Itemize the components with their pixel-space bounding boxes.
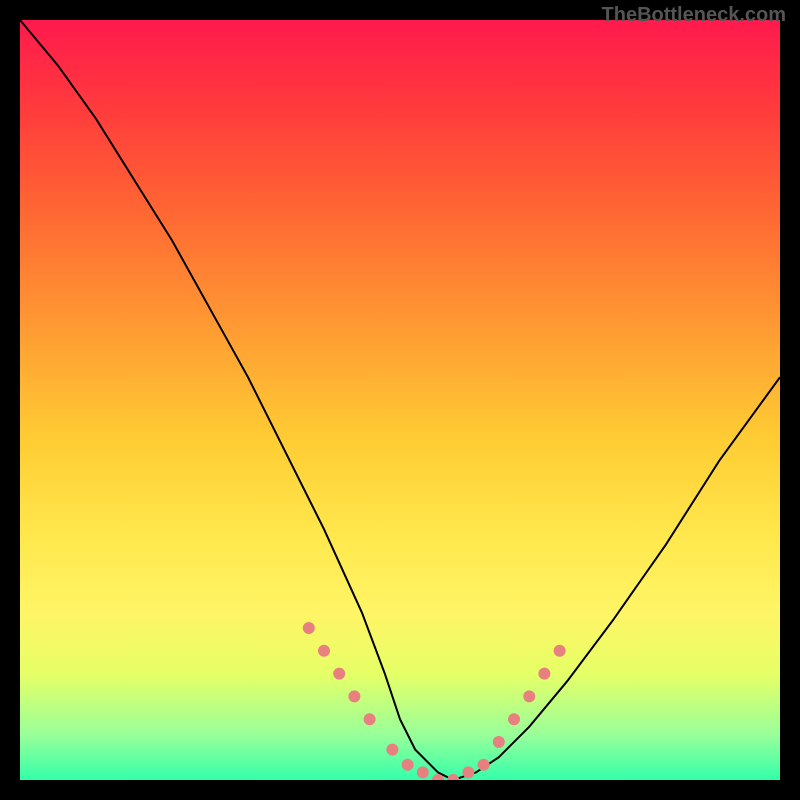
highlight-dot <box>318 645 330 657</box>
highlight-dot <box>538 668 550 680</box>
highlight-dot <box>303 622 315 634</box>
highlight-dot <box>462 766 474 778</box>
highlight-dot <box>333 668 345 680</box>
highlight-dot <box>478 759 490 771</box>
highlight-dot <box>447 774 459 780</box>
highlight-dot <box>402 759 414 771</box>
highlight-dot <box>348 690 360 702</box>
highlight-dot <box>364 713 376 725</box>
highlight-dot <box>554 645 566 657</box>
highlight-dot <box>386 744 398 756</box>
chart-plot-area <box>20 20 780 780</box>
highlight-dot <box>417 766 429 778</box>
highlight-dot <box>523 690 535 702</box>
bottleneck-curve-svg <box>20 20 780 780</box>
highlight-dot <box>508 713 520 725</box>
highlight-dots-group <box>303 622 566 780</box>
watermark-text: TheBottleneck.com <box>602 4 786 27</box>
curve-line <box>20 20 780 780</box>
highlight-dot <box>493 736 505 748</box>
